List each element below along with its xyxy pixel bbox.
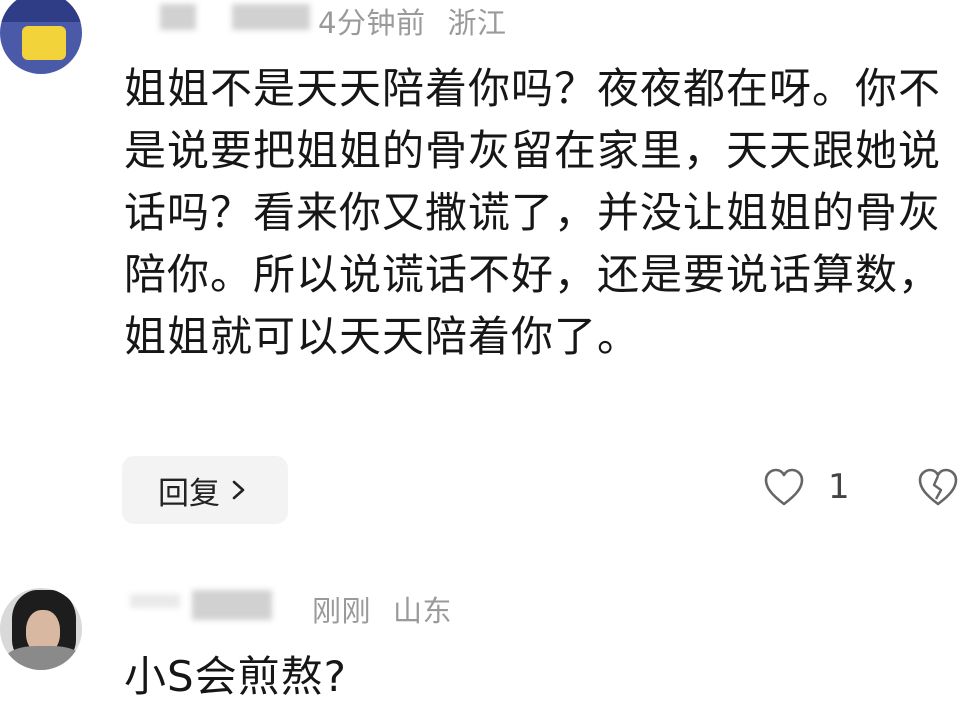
dislike-button[interactable] xyxy=(914,466,962,512)
avatar[interactable] xyxy=(0,0,82,74)
comment-location: 山东 xyxy=(393,594,453,628)
heart-outline-icon xyxy=(764,468,804,506)
username-redacted[interactable] xyxy=(160,4,196,30)
comment-time: 刚刚 xyxy=(312,594,372,628)
reply-button[interactable]: 回复 xyxy=(122,456,288,524)
comment-text: 姐姐不是天天陪着你吗？夜夜都在呀。你不是说要把姐姐的骨灰留在家里，天天跟她说话吗… xyxy=(124,64,942,361)
avatar[interactable] xyxy=(0,588,82,670)
username-redacted[interactable] xyxy=(192,590,272,620)
comment-text: 小S会煎熬? xyxy=(124,652,347,701)
username-redacted[interactable] xyxy=(130,594,180,608)
reply-label: 回复 xyxy=(158,475,220,512)
like-count: 1 xyxy=(828,467,850,507)
like-button[interactable]: 1 xyxy=(762,466,850,508)
chevron-right-icon xyxy=(232,480,245,500)
username-redacted[interactable] xyxy=(232,4,310,30)
comment-meta: 刚刚 山东 xyxy=(312,588,452,630)
comment-location: 浙江 xyxy=(447,6,507,40)
broken-heart-icon xyxy=(918,468,958,506)
comment-time: 4分钟前 xyxy=(318,6,426,40)
comment-meta: 4分钟前 浙江 xyxy=(318,0,506,42)
